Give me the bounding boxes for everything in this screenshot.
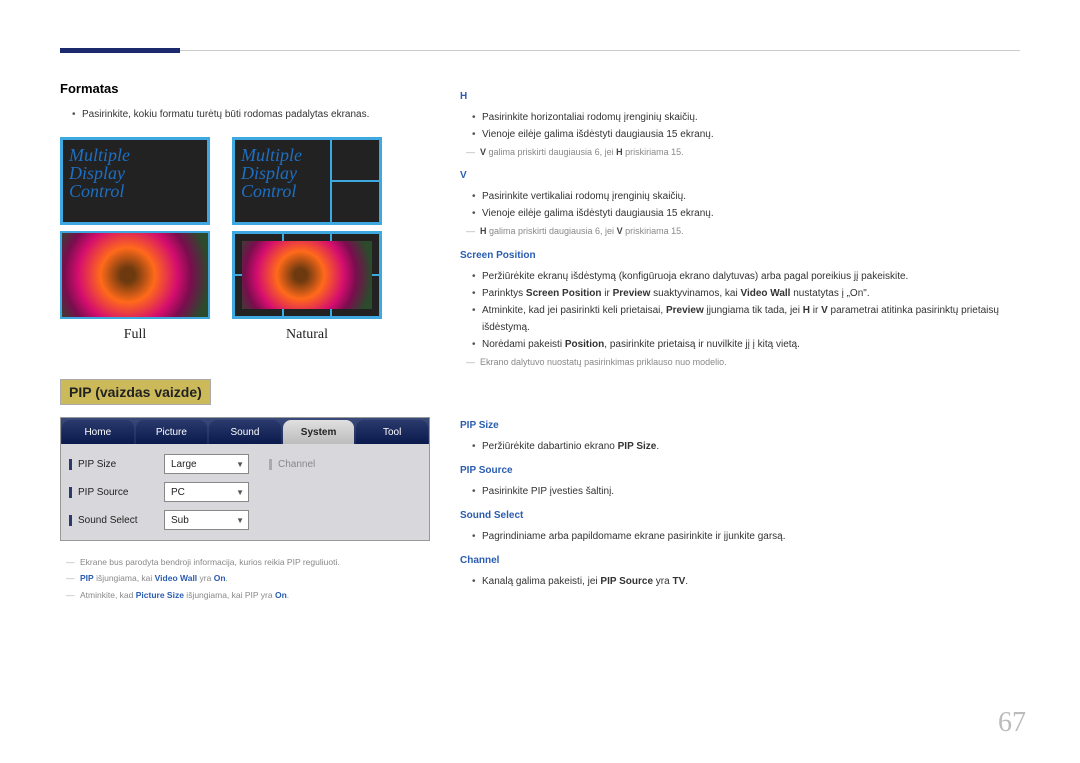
- osd-label-pipsize: PIP Size: [69, 459, 164, 470]
- heading-h: H: [460, 89, 1020, 105]
- osd-tab-home[interactable]: Home: [62, 420, 134, 444]
- osd-tab-sound[interactable]: Sound: [209, 420, 281, 444]
- pip-heading: PIP (vaizdas vaizde): [60, 379, 211, 405]
- osd-select-pipsource[interactable]: PC: [164, 482, 249, 502]
- note-pip-videowall: PIP išjungiama, kai Video Wall yra On.: [60, 571, 430, 585]
- channel-item: Kanalą galima pakeisti, jei PIP Source y…: [472, 573, 1020, 590]
- osd-tab-tool[interactable]: Tool: [356, 420, 428, 444]
- v-item-1: Pasirinkite vertikaliai rodomų įrenginių…: [472, 188, 1020, 205]
- heading-channel: Channel: [460, 553, 1020, 569]
- sp-item-1: Peržiūrėkite ekranų išdėstymą (konfigūru…: [472, 268, 1020, 285]
- osd-label-pipsource: PIP Source: [69, 487, 164, 498]
- osd-select-pipsize[interactable]: Large: [164, 454, 249, 474]
- note-pip-info: Ekrane bus parodyta bendroji informacija…: [60, 555, 430, 569]
- format-thumbnails: Multiple Display Control Full Multiple D…: [60, 137, 430, 343]
- sp-item-4: Norėdami pakeisti Position, pasirinkite …: [472, 336, 1020, 353]
- v-note: H galima priskirti daugiausia 6, jei V p…: [460, 224, 1020, 239]
- formatas-item: Pasirinkite, kokiu formatu turėtų būti r…: [72, 106, 430, 123]
- pipsize-item: Peržiūrėkite dabartinio ekrano PIP Size.: [472, 438, 1020, 455]
- sp-note: Ekrano dalytuvo nuostatų pasirinkimas pr…: [460, 355, 1020, 370]
- h-note: V galima priskirti daugiausia 6, jei H p…: [460, 145, 1020, 160]
- heading-sound-select: Sound Select: [460, 508, 1020, 524]
- thumb-full-text: Multiple Display Control: [60, 137, 210, 225]
- header-rule: [60, 50, 1020, 51]
- osd-tab-system[interactable]: System: [283, 420, 355, 444]
- page-number: 67: [998, 707, 1026, 739]
- osd-label-soundselect: Sound Select: [69, 515, 164, 526]
- note-picturesize: Atminkite, kad Picture Size išjungiama, …: [60, 588, 430, 602]
- thumb-natural-image: [232, 231, 382, 319]
- thumb-full-image: [60, 231, 210, 319]
- pipsource-item: Pasirinkite PIP įvesties šaltinį.: [472, 483, 1020, 500]
- osd-select-soundselect[interactable]: Sub: [164, 510, 249, 530]
- v-item-2: Vienoje eilėje galima išdėstyti daugiaus…: [472, 205, 1020, 222]
- sp-item-2: Parinktys Screen Position ir Preview sua…: [472, 285, 1020, 302]
- heading-pip-size: PIP Size: [460, 418, 1020, 434]
- osd-label-channel: Channel: [269, 459, 315, 470]
- sp-item-3: Atminkite, kad jei pasirinkti keli priet…: [472, 302, 1020, 336]
- h-item-2: Vienoje eilėje galima išdėstyti daugiaus…: [472, 126, 1020, 143]
- heading-formatas: Formatas: [60, 81, 430, 96]
- osd-tab-picture[interactable]: Picture: [136, 420, 208, 444]
- osd-tabs: Home Picture Sound System Tool: [61, 418, 429, 444]
- heading-v: V: [460, 168, 1020, 184]
- caption-natural: Natural: [232, 327, 382, 343]
- heading-pip-source: PIP Source: [460, 463, 1020, 479]
- thumb-natural-text: Multiple Display Control: [232, 137, 382, 225]
- osd-panel: Home Picture Sound System Tool PIP Size …: [60, 417, 430, 541]
- heading-screen-position: Screen Position: [460, 248, 1020, 264]
- h-item-1: Pasirinkite horizontaliai rodomų įrengin…: [472, 109, 1020, 126]
- caption-full: Full: [60, 327, 210, 343]
- soundselect-item: Pagrindiniame arba papildomame ekrane pa…: [472, 528, 1020, 545]
